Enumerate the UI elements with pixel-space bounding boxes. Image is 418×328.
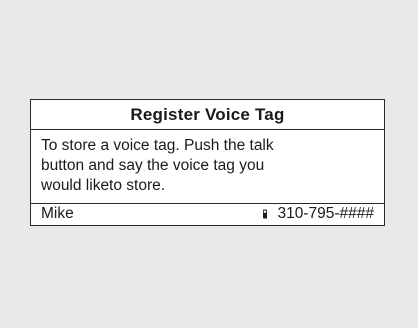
dialog-message: To store a voice tag. Push the talk butt… bbox=[41, 136, 341, 196]
message-line-1: To store a voice tag. Push the talk bbox=[41, 137, 274, 154]
message-line-3: would liketo store. bbox=[41, 177, 166, 194]
display-screen: Register Voice Tag To store a voice tag.… bbox=[0, 0, 418, 328]
register-voice-tag-dialog: Register Voice Tag To store a voice tag.… bbox=[30, 99, 385, 226]
dialog-title: Register Voice Tag bbox=[31, 100, 384, 130]
message-line-2: button and say the voice tag you bbox=[41, 157, 265, 174]
contact-name: Mike bbox=[41, 205, 74, 222]
contact-entry-row[interactable]: Mike 310-795-#### bbox=[31, 203, 384, 225]
contact-number-group: 310-795-#### bbox=[261, 204, 374, 224]
phone-icon bbox=[261, 209, 269, 219]
contact-number: 310-795-#### bbox=[277, 205, 374, 222]
